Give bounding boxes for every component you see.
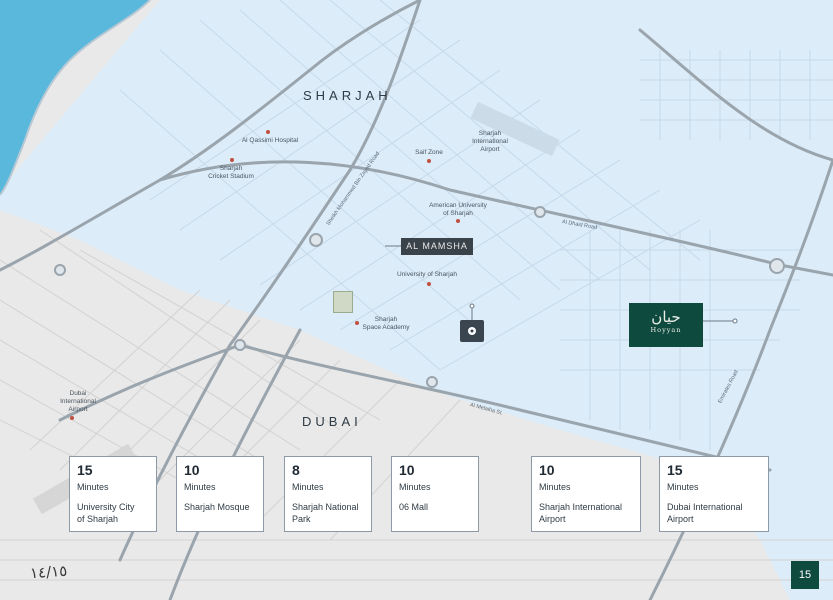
hoyyan-arabic-name: حيان bbox=[651, 308, 681, 326]
hoyyan-latin-name: Hoyyan bbox=[650, 326, 682, 334]
almamsha-marker[interactable]: AL MAMSHA bbox=[401, 238, 473, 255]
card-destination: Dubai International Airport bbox=[667, 502, 743, 524]
card-minutes-unit: Minutes bbox=[184, 482, 216, 492]
poi-label-saif-zone: Saif Zone bbox=[415, 149, 443, 156]
card-minutes-unit: Minutes bbox=[399, 482, 431, 492]
poi-dot-al-qassimi bbox=[266, 130, 270, 134]
poi-label-aus: American University of Sharjah bbox=[429, 202, 487, 217]
distance-card: 10 Minutes Sharjah Mosque bbox=[176, 456, 264, 532]
card-minutes-value: 10 bbox=[539, 462, 555, 478]
poi-label-al-qassimi: Al Qassimi Hospital bbox=[241, 137, 299, 144]
card-destination: University City of Sharjah bbox=[77, 502, 135, 524]
poi-dot-aus bbox=[456, 219, 460, 223]
card-destination: Sharjah Mosque bbox=[184, 502, 250, 512]
distance-card: 8 Minutes Sharjah National Park bbox=[284, 456, 372, 532]
poi-label-uos: University of Sharjah bbox=[397, 271, 457, 278]
card-destination: Sharjah International Airport bbox=[539, 502, 623, 524]
card-minutes-unit: Minutes bbox=[667, 482, 699, 492]
poi-dot-dubai-airport bbox=[70, 416, 74, 420]
distance-card: 10 Minutes 06 Mall bbox=[391, 456, 479, 532]
hoyyan-marker[interactable]: حيان Hoyyan bbox=[629, 303, 703, 347]
card-minutes-unit: Minutes bbox=[292, 482, 324, 492]
hoyyan-leader-dot bbox=[732, 318, 738, 324]
card-minutes-value: 15 bbox=[667, 462, 683, 478]
pin-leader-dot bbox=[469, 303, 475, 309]
card-destination: 06 Mall bbox=[399, 502, 429, 512]
poi-dot-cricket-stadium bbox=[230, 158, 234, 162]
card-destination: Sharjah National Park bbox=[292, 502, 359, 524]
card-minutes-unit: Minutes bbox=[539, 482, 571, 492]
distance-card: 15 Minutes Dubai International Airport bbox=[659, 456, 769, 532]
region-label-sharjah: SHARJAH bbox=[303, 88, 392, 103]
pin-glyph bbox=[468, 327, 476, 335]
poi-dot-saif-zone bbox=[427, 159, 431, 163]
handwritten-page-stamp: ١٤/١٥ bbox=[29, 561, 68, 583]
page-number: 15 bbox=[791, 561, 819, 589]
alqasba-logo-icon bbox=[333, 291, 353, 313]
poi-label-space-academy: Sharjah Space Academy bbox=[362, 316, 410, 331]
poi-label-sharjah-airport: Sharjah International Airport bbox=[472, 130, 508, 153]
card-minutes-value: 10 bbox=[399, 462, 415, 478]
location-pin-icon[interactable] bbox=[460, 320, 484, 342]
card-minutes-value: 8 bbox=[292, 462, 300, 478]
distance-card: 15 Minutes University City of Sharjah bbox=[69, 456, 157, 532]
card-minutes-value: 15 bbox=[77, 462, 93, 478]
poi-label-dubai-airport: Dubai International Airport bbox=[60, 390, 96, 413]
card-minutes-value: 10 bbox=[184, 462, 200, 478]
card-minutes-unit: Minutes bbox=[77, 482, 109, 492]
region-label-dubai: DUBAI bbox=[302, 414, 362, 429]
distance-card: 10 Minutes Sharjah International Airport bbox=[531, 456, 641, 532]
poi-label-cricket-stadium: Sharjah Cricket Stadium bbox=[208, 165, 254, 180]
poi-dot-uos bbox=[427, 282, 431, 286]
